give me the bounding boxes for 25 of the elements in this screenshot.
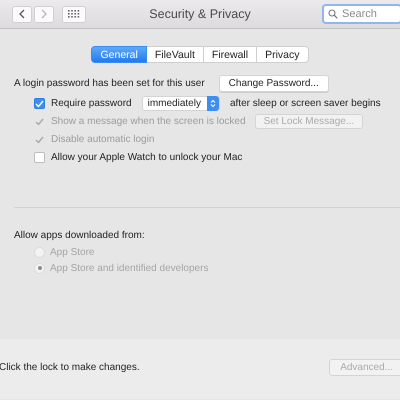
show-all-button[interactable] bbox=[62, 6, 86, 22]
chevron-right-icon bbox=[40, 8, 48, 20]
checkbox[interactable] bbox=[34, 98, 45, 109]
checkbox-label: Require password bbox=[51, 98, 132, 109]
checkbox[interactable] bbox=[34, 152, 45, 163]
checkbox-label: Show a message when the screen is locked bbox=[51, 116, 246, 127]
option-suffix-text: after sleep or screen saver begins bbox=[230, 98, 381, 109]
checkbox-label: Allow your Apple Watch to unlock your Mac bbox=[51, 152, 242, 163]
change-password-button[interactable]: Change Password... bbox=[218, 75, 329, 92]
grid-icon bbox=[68, 10, 80, 18]
popup-button[interactable]: immediately bbox=[142, 96, 220, 111]
tab[interactable]: FileVault bbox=[146, 46, 204, 63]
tab[interactable]: Privacy bbox=[257, 46, 309, 63]
radio-label: App Store bbox=[50, 246, 94, 258]
window-title: Security & Privacy bbox=[149, 7, 251, 21]
section-heading: Allow apps downloaded from: bbox=[14, 230, 146, 241]
search-field[interactable]: Search bbox=[322, 4, 400, 24]
back-button[interactable] bbox=[12, 6, 32, 22]
chevron-left-icon bbox=[18, 8, 26, 20]
search-icon bbox=[328, 9, 338, 19]
stepper-icon bbox=[210, 99, 216, 108]
login-status-text: A login password has been set for this user bbox=[14, 78, 205, 89]
radio-label: App Store and identified developers bbox=[50, 262, 208, 274]
checkbox-label: Disable automatic login bbox=[51, 134, 154, 145]
tab[interactable]: Firewall bbox=[204, 46, 258, 63]
